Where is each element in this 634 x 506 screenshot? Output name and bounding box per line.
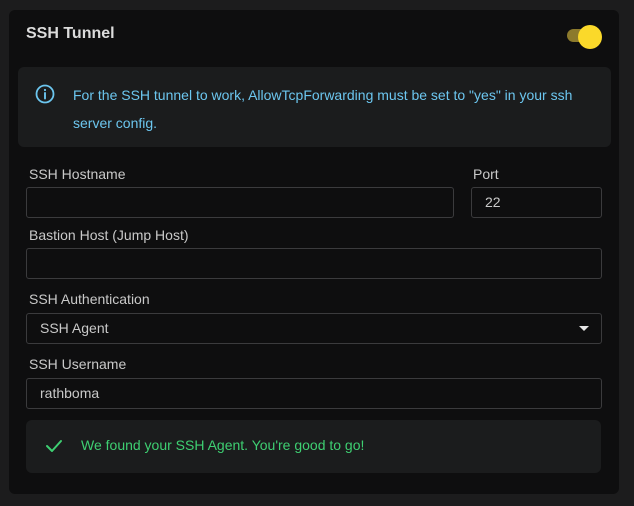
- toggle-knob: [578, 25, 602, 49]
- username-label: SSH Username: [29, 356, 127, 372]
- username-input[interactable]: rathboma: [26, 378, 602, 409]
- port-input[interactable]: 22: [471, 187, 602, 218]
- auth-select-value: SSH Agent: [40, 320, 109, 336]
- hostname-input[interactable]: [26, 187, 454, 218]
- bastion-label: Bastion Host (Jump Host): [29, 227, 189, 243]
- panel-title: SSH Tunnel: [26, 25, 115, 42]
- ssh-tunnel-panel: SSH Tunnel For the SSH tunnel to work, A…: [9, 10, 619, 494]
- hostname-label: SSH Hostname: [29, 166, 126, 182]
- success-alert: We found your SSH Agent. You're good to …: [26, 420, 601, 473]
- port-label: Port: [473, 166, 499, 182]
- bastion-input[interactable]: [26, 248, 602, 279]
- info-alert: For the SSH tunnel to work, AllowTcpForw…: [18, 67, 611, 147]
- auth-label: SSH Authentication: [29, 291, 150, 307]
- info-icon: [35, 84, 55, 104]
- success-text: We found your SSH Agent. You're good to …: [81, 437, 365, 453]
- ssh-tunnel-toggle[interactable]: [565, 25, 603, 49]
- auth-select[interactable]: SSH Agent: [26, 313, 602, 344]
- chevron-down-icon: [579, 326, 589, 331]
- info-text: For the SSH tunnel to work, AllowTcpForw…: [73, 87, 573, 131]
- check-icon: [46, 440, 62, 452]
